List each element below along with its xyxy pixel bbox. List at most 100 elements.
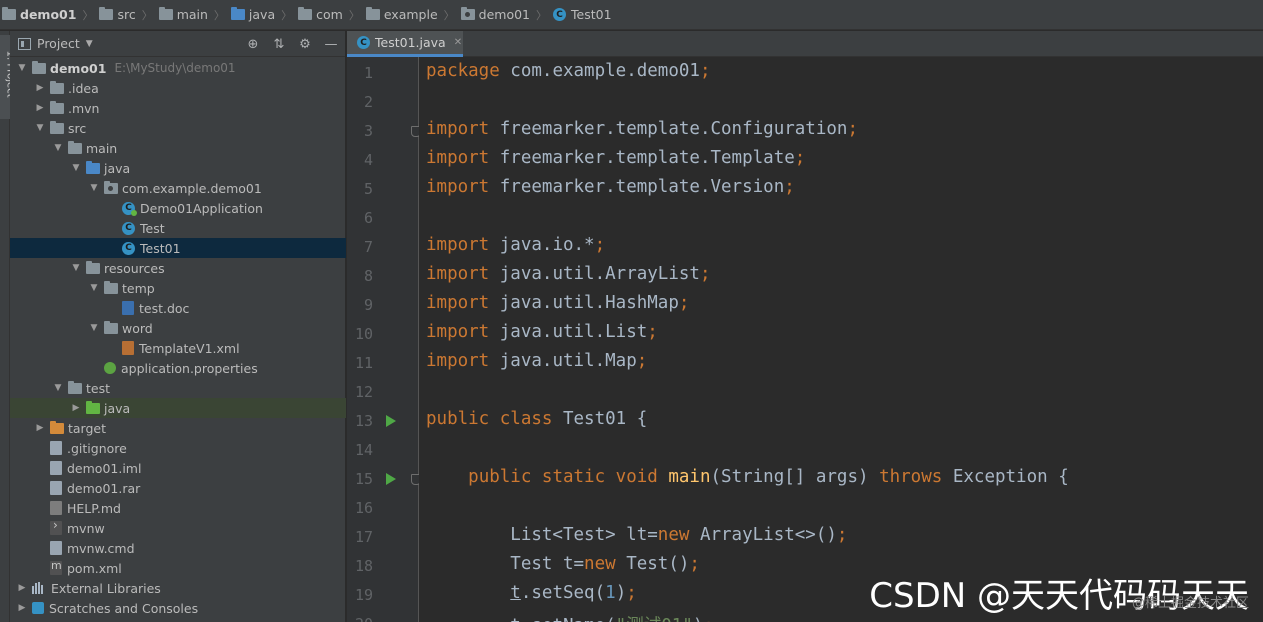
collapsed-arrow-icon[interactable]: ▶ [16,603,28,613]
code-line: List<Test> lt=new ArrayList<>(); [426,525,847,545]
folder-icon [68,380,82,394]
tree-item[interactable]: HELP.md [10,498,346,518]
tree-item[interactable]: ▼ com.example.demo01 [10,178,346,198]
expanded-arrow-icon[interactable]: ▼ [88,283,100,293]
folder-icon [99,7,114,20]
collapsed-arrow-icon[interactable]: ▶ [34,83,46,93]
line-number: 11 [354,354,373,372]
tree-item[interactable]: ▼ main [10,138,346,158]
tree-item[interactable]: ▼ test [10,378,346,398]
tree-item[interactable]: demo01.rar [10,478,346,498]
code-line: import java.io.*; [426,235,605,255]
breadcrumb-item[interactable]: C Test01 [553,0,612,30]
expanded-arrow-icon[interactable]: ▼ [88,323,100,333]
tree-item-label: word [122,320,153,336]
code-token: ; [794,148,806,168]
chevron-right-icon: 〉 [213,8,225,22]
tree-item[interactable]: ▶ .mvn [10,98,346,118]
tree-item[interactable]: ▼ demo01 E:\MyStudy\demo01 [10,58,346,78]
tree-item-label: mvnw.cmd [67,540,135,556]
breadcrumb-item[interactable]: src 〉 [99,0,158,30]
tab-test01-java[interactable]: C Test01.java ✕ [347,31,463,57]
breadcrumb-item[interactable]: example 〉 [365,0,461,30]
collapse-all-icon[interactable]: ⇅ [271,37,287,52]
tree-item[interactable]: C Demo01Application [10,198,346,218]
collapsed-arrow-icon[interactable]: ▶ [16,583,28,593]
line-number: 12 [354,383,373,401]
run-icon[interactable] [386,415,396,427]
expanded-arrow-icon[interactable]: ▼ [70,263,82,273]
shell-script-icon [50,518,62,535]
tree-item-label: main [86,140,118,156]
maven-icon [50,559,62,575]
code-line: t.setName("测试01"); [426,612,714,622]
project-tool-tab[interactable]: 1: Project [0,35,16,119]
tree-item[interactable]: test.doc [10,298,346,318]
code-line: package com.example.demo01; [426,61,711,81]
tree-item[interactable]: TemplateV1.xml [10,338,346,358]
tree-item[interactable]: ▶ java [10,398,346,418]
code-token: main [668,467,711,487]
tree-item[interactable]: ▼ temp [10,278,346,298]
project-view-selector[interactable]: Project [37,36,80,51]
collapsed-arrow-icon[interactable]: ▶ [70,403,82,413]
tree-item-label: mvnw [67,520,105,536]
tree-item[interactable]: ▶ External Libraries [10,578,346,598]
tree-item[interactable]: demo01.iml [10,458,346,478]
breadcrumb-item[interactable]: demo01 〉 [460,0,553,30]
gear-icon[interactable]: ⚙ [297,37,313,52]
tree-item[interactable]: ▶ target [10,418,346,438]
close-icon[interactable]: ✕ [454,37,462,48]
folder-icon [460,7,475,20]
expanded-arrow-icon[interactable]: ▼ [16,63,28,73]
breadcrumb-item[interactable]: main 〉 [158,0,231,30]
locate-target-icon[interactable]: ⊕ [245,37,261,52]
breadcrumb-item[interactable]: com 〉 [298,0,366,30]
excluded-folder-icon [50,420,64,434]
tree-item[interactable]: .gitignore [10,438,346,458]
tree-item[interactable]: application.properties [10,358,346,378]
tree-item[interactable]: ▶ Scratches and Consoles [10,598,346,618]
collapsed-arrow-icon[interactable]: ▶ [34,423,46,433]
expanded-arrow-icon[interactable]: ▼ [70,163,82,173]
tree-item[interactable]: mvnw [10,518,346,538]
code-line: import freemarker.template.Template; [426,148,805,168]
tree-item[interactable]: pom.xml [10,558,346,578]
expanded-arrow-icon[interactable]: ▼ [52,143,64,153]
left-tool-strip: 1: Project [0,31,16,622]
code-token: (String[] args) [710,467,880,487]
expanded-arrow-icon[interactable]: ▼ [34,123,46,133]
code-token: ; [699,61,711,81]
tree-item[interactable]: mvnw.cmd [10,538,346,558]
code-token: t [510,583,521,603]
tree-item-label: com.example.demo01 [122,180,262,196]
collapsed-arrow-icon[interactable]: ▶ [34,103,46,113]
line-number: 8 [363,267,373,285]
code-editor[interactable]: package com.example.demo01; import freema… [419,57,1263,622]
tree-item-selected[interactable]: C Test01 [10,238,346,258]
breadcrumb-item[interactable]: java 〉 [230,0,298,30]
tree-item[interactable]: ▼ resources [10,258,346,278]
chevron-down-icon[interactable]: ▼ [86,39,93,49]
run-icon[interactable] [386,473,396,485]
tree-item-label: java [104,160,131,176]
minimize-icon[interactable]: — [323,37,339,52]
tree-item[interactable]: C Test [10,218,346,238]
line-number: 16 [354,499,373,517]
code-token: import [426,264,500,284]
code-token: ; [699,264,711,284]
code-line: import java.util.HashMap; [426,293,689,313]
code-token: import [426,148,500,168]
source-folder-icon [86,160,100,174]
tree-item[interactable]: ▼ src [10,118,346,138]
tree-item[interactable]: ▼ word [10,318,346,338]
breadcrumb-item[interactable]: demo01 〉 [2,0,99,30]
tree-item[interactable]: ▶ .idea [10,78,346,98]
expanded-arrow-icon[interactable]: ▼ [52,383,64,393]
tree-item-label: Test [140,220,165,236]
libraries-icon [32,582,46,594]
expanded-arrow-icon[interactable]: ▼ [88,183,100,193]
tree-item[interactable]: ▼ java [10,158,346,178]
code-token: import [426,177,500,197]
